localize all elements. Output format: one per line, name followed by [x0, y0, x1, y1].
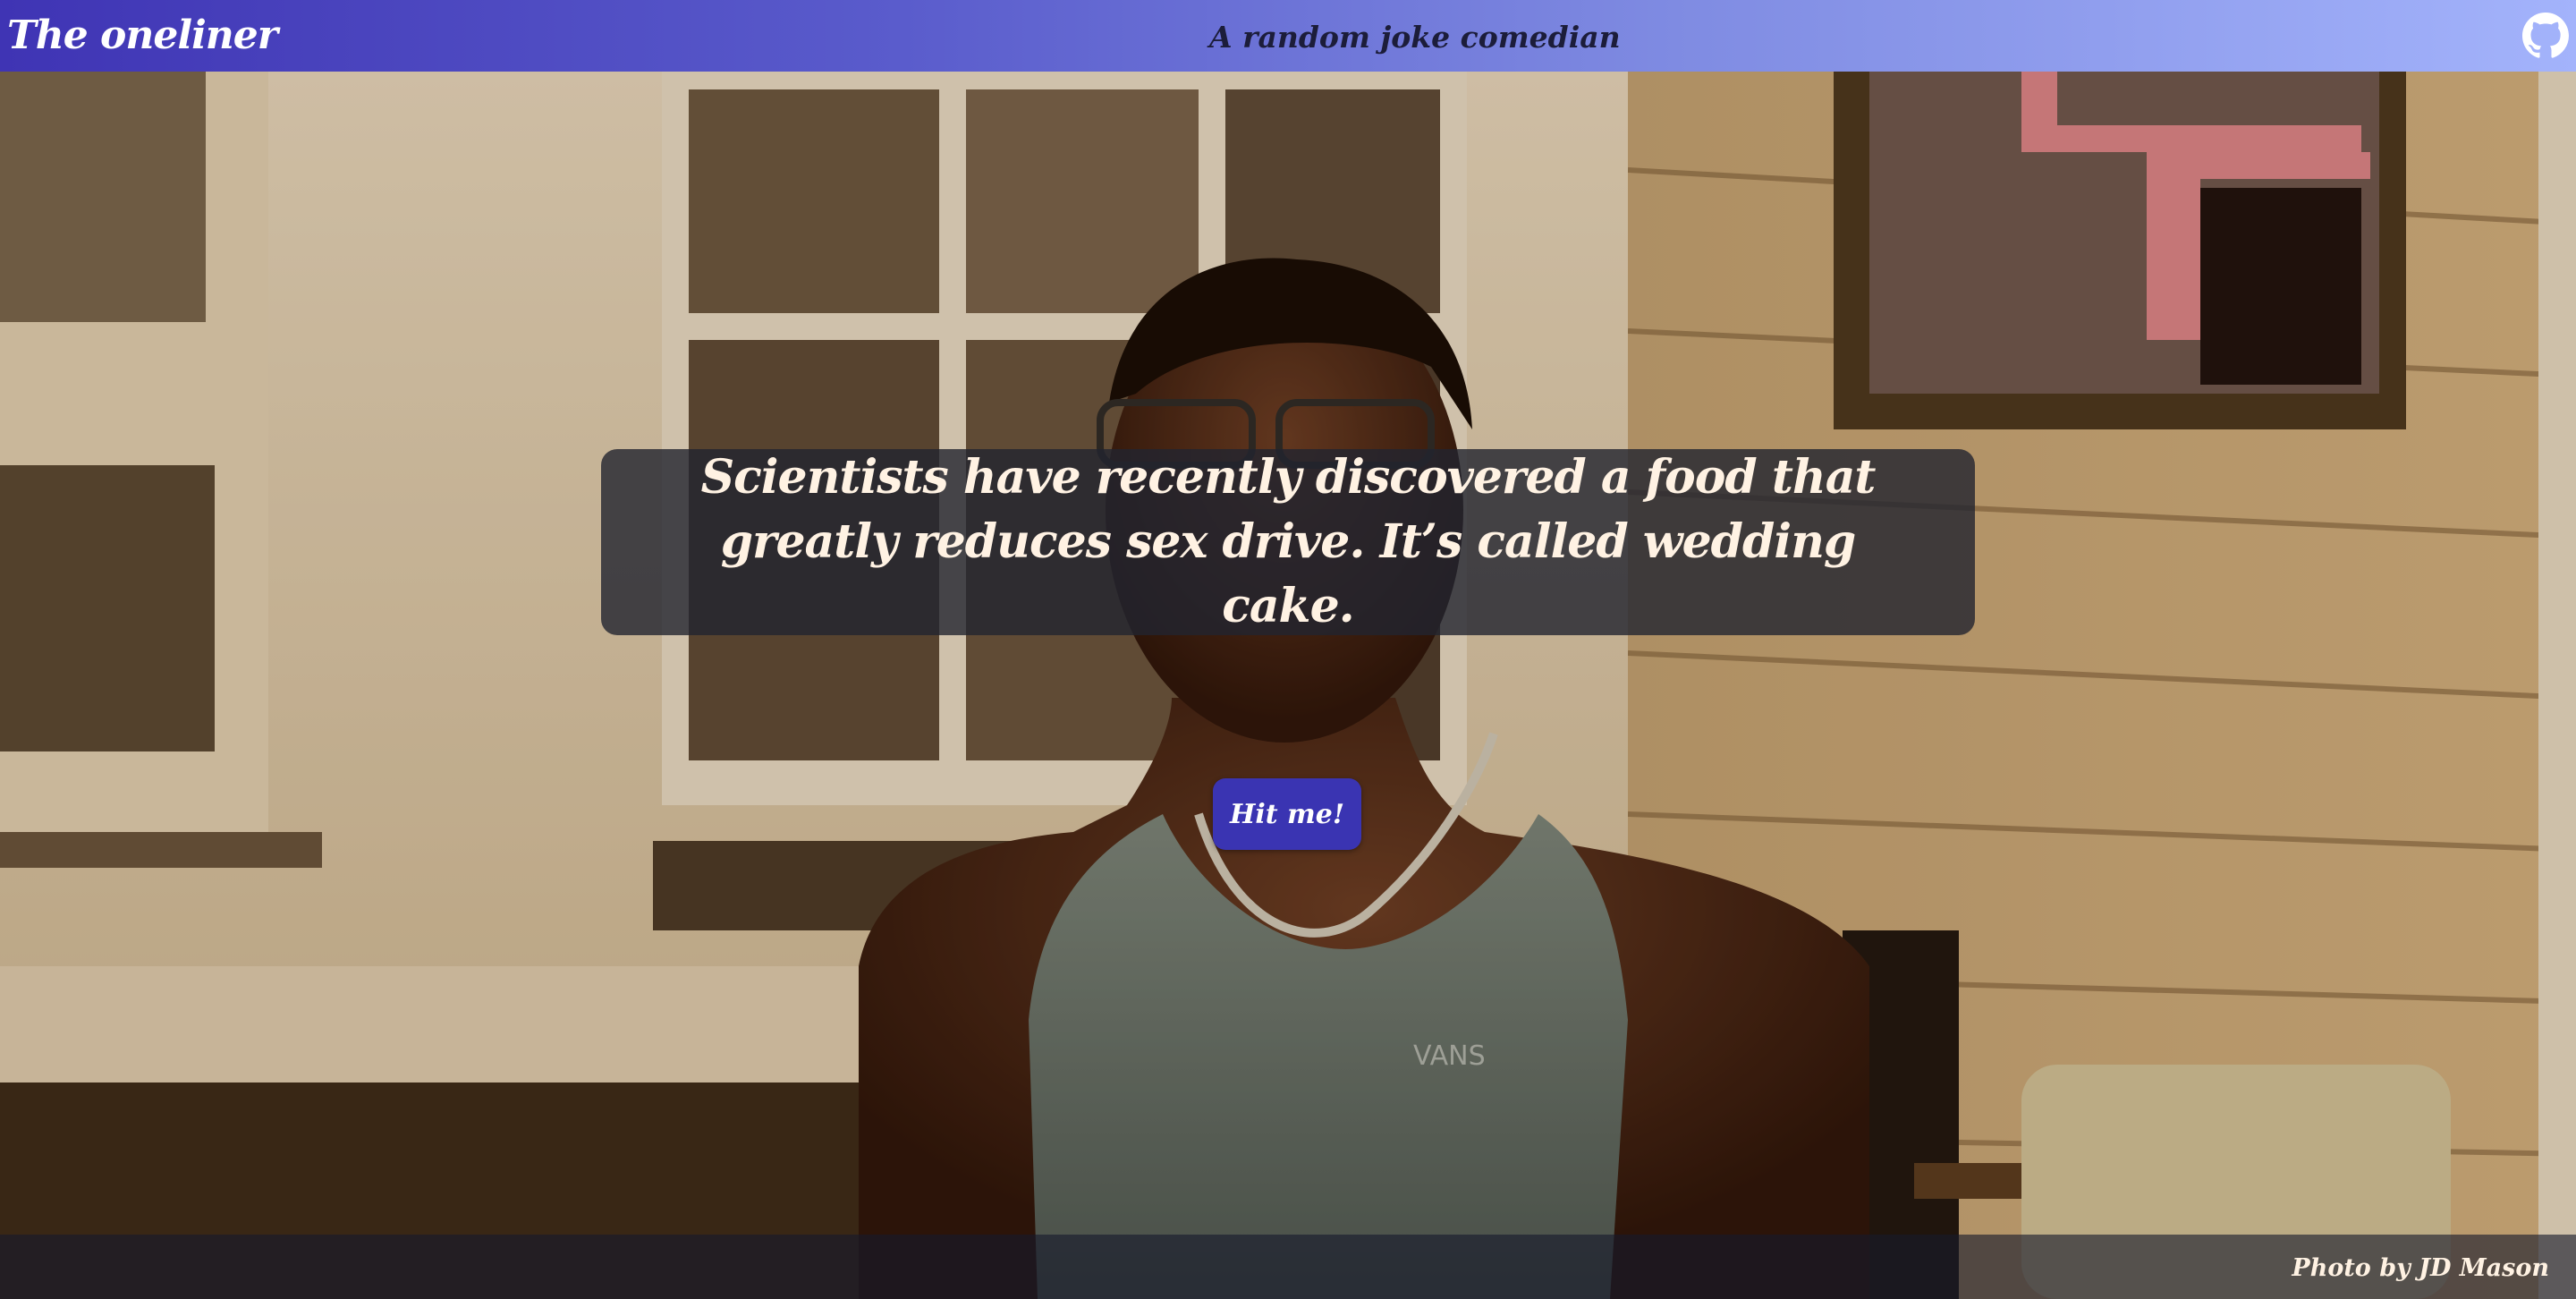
joke-text: Scientists have recently discovered a fo… — [700, 450, 1877, 633]
github-link[interactable] — [2522, 13, 2569, 59]
hit-me-button[interactable]: Hit me! — [1213, 778, 1361, 850]
joke-card: Scientists have recently discovered a fo… — [601, 449, 1975, 635]
photo-credit: Photo by JD Mason — [2292, 1254, 2549, 1282]
header-bar: The oneliner A random joke comedian — [0, 0, 2576, 72]
footer-bar: Photo by JD Mason — [0, 1235, 2576, 1299]
background-photo: VANS — [0, 72, 2576, 1299]
app-title: The oneliner — [7, 13, 278, 58]
app-tagline: A random joke comedian — [1209, 20, 1621, 55]
page: The oneliner A random joke comedian VANS… — [0, 0, 2576, 1299]
github-icon — [2522, 13, 2569, 58]
